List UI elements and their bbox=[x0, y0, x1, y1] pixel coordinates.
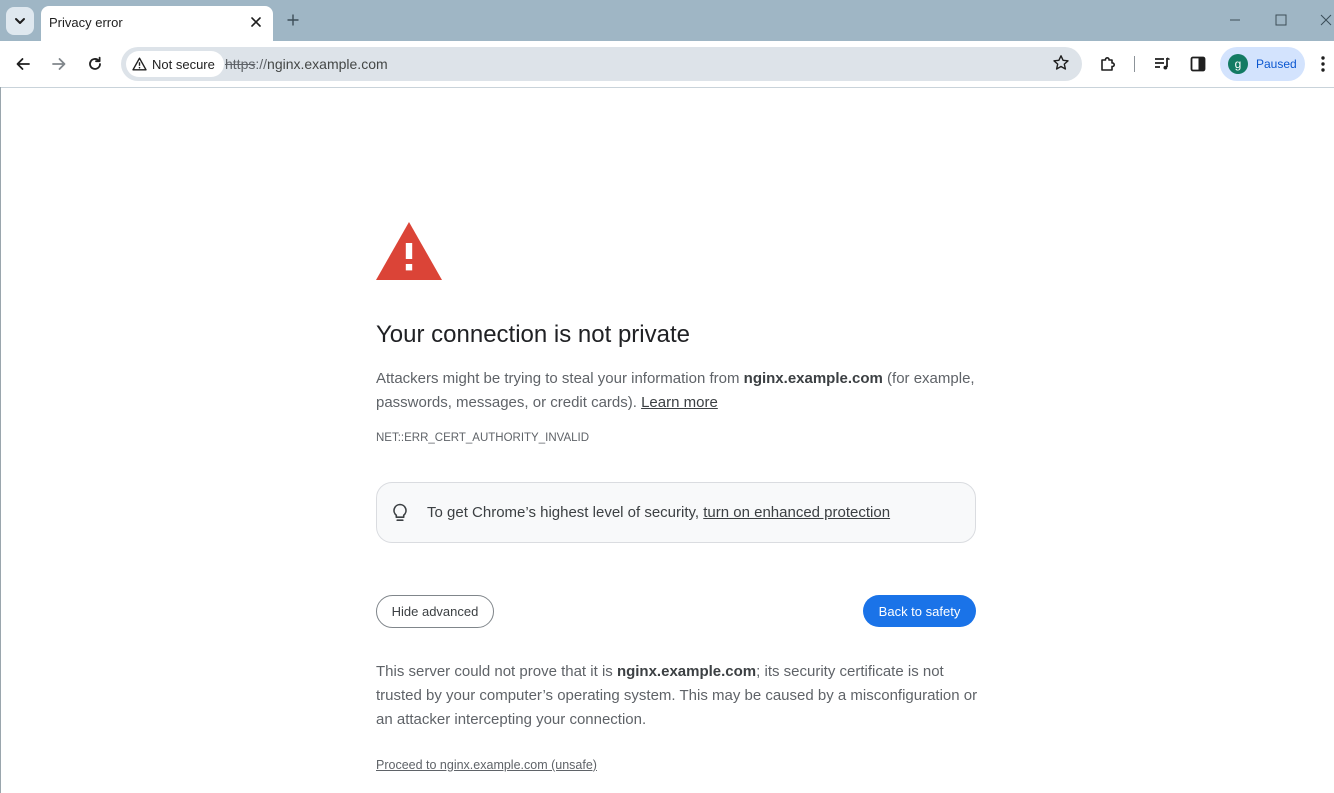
star-icon bbox=[1053, 55, 1069, 70]
close-icon bbox=[251, 17, 261, 27]
arrow-left-icon bbox=[16, 58, 30, 70]
browser-toolbar: Not secure https://nginx.example.com g P… bbox=[0, 41, 1334, 88]
extensions-button[interactable] bbox=[1093, 49, 1123, 79]
maximize-icon bbox=[1275, 14, 1287, 26]
minimize-icon bbox=[1230, 19, 1240, 21]
chevron-down-icon bbox=[15, 18, 25, 24]
url-host: nginx.example.com bbox=[267, 56, 388, 72]
forward-button[interactable] bbox=[44, 49, 74, 79]
close-window-button[interactable] bbox=[1313, 8, 1334, 32]
hide-advanced-button[interactable]: Hide advanced bbox=[376, 595, 494, 628]
learn-more-link[interactable]: Learn more bbox=[641, 394, 718, 411]
tab-search-button[interactable] bbox=[6, 7, 34, 35]
error-code: NET::ERR_CERT_AUTHORITY_INVALID bbox=[376, 432, 590, 444]
proceed-unsafe-link[interactable]: Proceed to nginx.example.com (unsafe) bbox=[376, 758, 597, 772]
menu-button[interactable] bbox=[1313, 49, 1333, 79]
warning-icon bbox=[376, 222, 442, 280]
enhanced-protection-text: To get Chrome’s highest level of securit… bbox=[427, 504, 890, 521]
url-scheme: https bbox=[225, 56, 256, 72]
warning-triangle-icon bbox=[132, 57, 147, 71]
more-vertical-icon bbox=[1321, 56, 1325, 72]
profile-status: Paused bbox=[1256, 57, 1297, 71]
back-button[interactable] bbox=[8, 49, 38, 79]
back-to-safety-button[interactable]: Back to safety bbox=[863, 595, 976, 627]
tab-strip: Privacy error bbox=[0, 0, 1334, 41]
details-paragraph: This server could not prove that it is n… bbox=[376, 660, 981, 732]
avatar: g bbox=[1228, 54, 1248, 74]
security-chip[interactable]: Not secure bbox=[126, 51, 224, 77]
media-controls-button[interactable] bbox=[1147, 49, 1177, 79]
url-text: https://nginx.example.com bbox=[225, 56, 388, 72]
bookmark-star-button[interactable] bbox=[1052, 54, 1070, 77]
playlist-icon bbox=[1155, 57, 1170, 70]
enhanced-protection-link[interactable]: turn on enhanced protection bbox=[703, 504, 890, 521]
tab-close-button[interactable] bbox=[247, 13, 265, 31]
minimize-button[interactable] bbox=[1222, 8, 1248, 32]
intro-text-before: Attackers might be trying to steal your … bbox=[376, 370, 744, 387]
details-text-before: This server could not prove that it is bbox=[376, 663, 617, 680]
window-edge bbox=[0, 87, 1, 793]
side-panel-icon bbox=[1190, 56, 1206, 72]
reload-icon bbox=[89, 56, 101, 70]
side-panel-button[interactable] bbox=[1183, 49, 1213, 79]
close-icon bbox=[1320, 14, 1332, 26]
details-host: nginx.example.com bbox=[616, 663, 757, 680]
profile-button[interactable]: g Paused bbox=[1220, 47, 1305, 81]
reload-button[interactable] bbox=[80, 49, 110, 79]
arrow-right-icon bbox=[52, 58, 66, 70]
intro-paragraph: Attackers might be trying to steal your … bbox=[376, 367, 976, 415]
puzzle-icon bbox=[1101, 57, 1115, 71]
toolbar-divider bbox=[1134, 56, 1135, 72]
enhanced-protection-banner: To get Chrome’s highest level of securit… bbox=[376, 482, 976, 543]
intro-host: nginx.example.com bbox=[743, 370, 883, 387]
enhanced-protection-prefix: To get Chrome’s highest level of securit… bbox=[427, 504, 704, 521]
tab-title: Privacy error bbox=[49, 15, 123, 30]
url-separator: :// bbox=[255, 56, 268, 72]
lightbulb-icon bbox=[393, 503, 407, 521]
maximize-button[interactable] bbox=[1268, 8, 1294, 32]
address-bar[interactable]: Not secure https://nginx.example.com bbox=[121, 47, 1082, 81]
page-title: Your connection is not private bbox=[376, 321, 690, 348]
new-tab-button[interactable] bbox=[283, 10, 303, 30]
security-chip-label: Not secure bbox=[152, 56, 215, 72]
tab-privacy-error[interactable]: Privacy error bbox=[41, 6, 273, 41]
plus-icon bbox=[287, 14, 299, 26]
